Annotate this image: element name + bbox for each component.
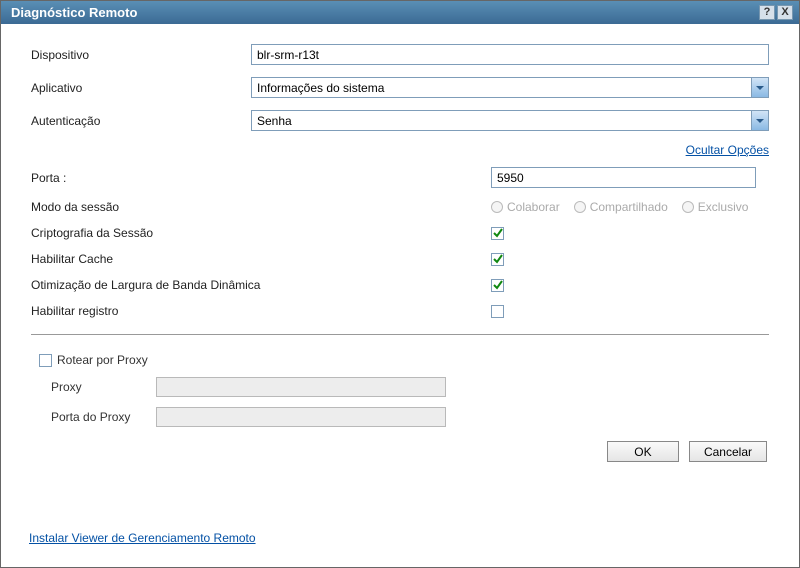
dialog-content: Dispositivo Aplicativo Informações do si… bbox=[1, 24, 799, 567]
radio-icon bbox=[574, 201, 586, 213]
application-label: Aplicativo bbox=[31, 81, 251, 95]
bandwidth-checkbox[interactable] bbox=[491, 279, 504, 292]
row-application: Aplicativo Informações do sistema bbox=[31, 77, 769, 98]
row-bandwidth: Otimização de Largura de Banda Dinâmica bbox=[31, 278, 769, 292]
encryption-label: Criptografia da Sessão bbox=[31, 226, 491, 240]
radio-shared-label: Compartilhado bbox=[590, 200, 668, 214]
row-route-proxy: Rotear por Proxy bbox=[39, 353, 769, 367]
row-port: Porta : bbox=[31, 167, 769, 188]
row-proxy-port: Porta do Proxy bbox=[51, 407, 769, 427]
session-mode-radios: Colaborar Compartilhado Exclusivo bbox=[491, 200, 769, 214]
proxy-port-input bbox=[156, 407, 446, 427]
row-auth: Autenticação Senha bbox=[31, 110, 769, 131]
install-viewer-link[interactable]: Instalar Viewer de Gerenciamento Remoto bbox=[29, 531, 256, 545]
row-cache: Habilitar Cache bbox=[31, 252, 769, 266]
divider bbox=[31, 334, 769, 335]
cache-label: Habilitar Cache bbox=[31, 252, 491, 266]
footer-link-container: Instalar Viewer de Gerenciamento Remoto bbox=[29, 531, 256, 545]
proxy-section: Rotear por Proxy Proxy Porta do Proxy bbox=[39, 353, 769, 427]
dialog-buttons: OK Cancelar bbox=[31, 441, 767, 462]
radio-exclusive-label: Exclusivo bbox=[698, 200, 749, 214]
row-encryption: Criptografia da Sessão bbox=[31, 226, 769, 240]
device-label: Dispositivo bbox=[31, 48, 251, 62]
close-button[interactable]: X bbox=[777, 5, 793, 20]
auth-select[interactable]: Senha bbox=[251, 110, 769, 131]
titlebar: Diagnóstico Remoto ? X bbox=[1, 1, 799, 24]
cache-checkbox[interactable] bbox=[491, 253, 504, 266]
row-device: Dispositivo bbox=[31, 44, 769, 65]
radio-icon bbox=[682, 201, 694, 213]
logging-checkbox[interactable] bbox=[491, 305, 504, 318]
proxy-host-label: Proxy bbox=[51, 380, 156, 394]
row-logging: Habilitar registro bbox=[31, 304, 769, 318]
help-button[interactable]: ? bbox=[759, 5, 775, 20]
route-proxy-checkbox[interactable] bbox=[39, 354, 52, 367]
application-select[interactable]: Informações do sistema bbox=[251, 77, 769, 98]
cancel-button[interactable]: Cancelar bbox=[689, 441, 767, 462]
titlebar-controls: ? X bbox=[759, 5, 793, 20]
row-session-mode: Modo da sessão Colaborar Compartilhado E… bbox=[31, 200, 769, 214]
proxy-host-input bbox=[156, 377, 446, 397]
device-input[interactable] bbox=[251, 44, 769, 65]
proxy-port-label: Porta do Proxy bbox=[51, 410, 156, 424]
radio-exclusive[interactable]: Exclusivo bbox=[682, 200, 749, 214]
route-proxy-label: Rotear por Proxy bbox=[57, 353, 148, 367]
port-label: Porta : bbox=[31, 171, 491, 185]
ok-button[interactable]: OK bbox=[607, 441, 679, 462]
encryption-checkbox[interactable] bbox=[491, 227, 504, 240]
application-selected: Informações do sistema bbox=[257, 81, 384, 95]
auth-label: Autenticação bbox=[31, 114, 251, 128]
dialog-window: Diagnóstico Remoto ? X Dispositivo Aplic… bbox=[0, 0, 800, 568]
window-title: Diagnóstico Remoto bbox=[7, 5, 137, 20]
session-mode-label: Modo da sessão bbox=[31, 200, 491, 214]
bandwidth-label: Otimização de Largura de Banda Dinâmica bbox=[31, 278, 491, 292]
port-input[interactable] bbox=[491, 167, 756, 188]
radio-shared[interactable]: Compartilhado bbox=[574, 200, 668, 214]
logging-label: Habilitar registro bbox=[31, 304, 491, 318]
auth-selected: Senha bbox=[257, 114, 292, 128]
radio-icon bbox=[491, 201, 503, 213]
chevron-down-icon bbox=[751, 111, 768, 130]
toggle-options-row: Ocultar Opções bbox=[31, 143, 769, 157]
radio-collaborate[interactable]: Colaborar bbox=[491, 200, 560, 214]
chevron-down-icon bbox=[751, 78, 768, 97]
row-proxy-host: Proxy bbox=[51, 377, 769, 397]
toggle-options-link[interactable]: Ocultar Opções bbox=[686, 143, 769, 157]
radio-collaborate-label: Colaborar bbox=[507, 200, 560, 214]
